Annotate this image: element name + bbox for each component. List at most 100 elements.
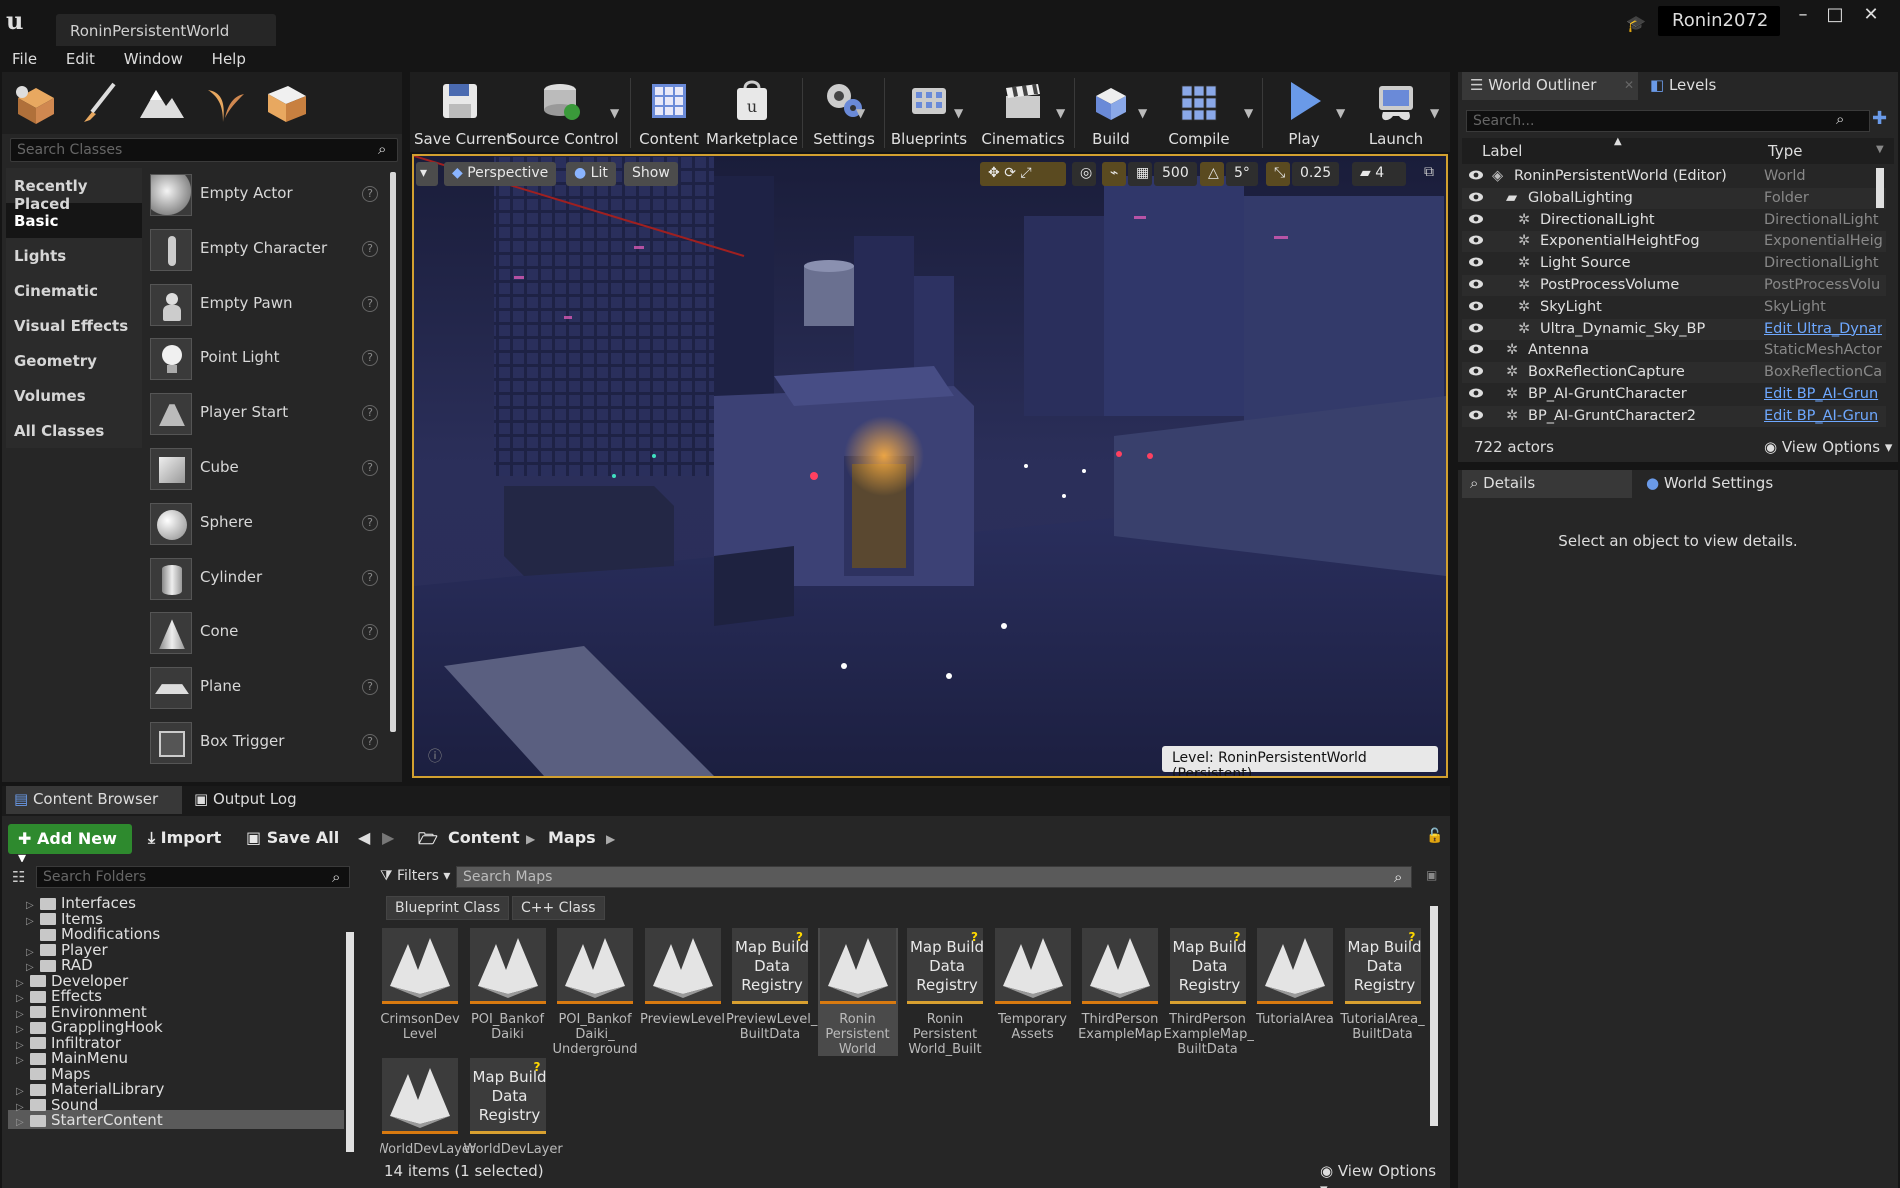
visibility-eye-icon[interactable] bbox=[1468, 387, 1484, 399]
outliner-row[interactable]: ✲ DirectionalLight DirectionalLight bbox=[1462, 210, 1886, 231]
lock-icon[interactable]: 🔓 bbox=[1426, 828, 1443, 844]
help-icon[interactable]: ? bbox=[362, 733, 378, 750]
outliner-row[interactable]: ✲ PostProcessVolume PostProcessVolu bbox=[1462, 275, 1886, 296]
actor-item-sphere[interactable]: Sphere? bbox=[144, 497, 384, 552]
expand-arrow-icon[interactable]: ▷ bbox=[16, 1117, 26, 1128]
actor-item-point-light[interactable]: Point Light? bbox=[144, 332, 384, 387]
edit-blueprint-link[interactable]: Edit BP_AI-Grun bbox=[1764, 386, 1882, 402]
close-tab-icon[interactable]: ✕ bbox=[1624, 78, 1634, 92]
actor-item-plane[interactable]: Plane? bbox=[144, 661, 384, 716]
settings-button[interactable]: Settings bbox=[806, 72, 882, 152]
close-button[interactable]: ✕ bbox=[1856, 4, 1886, 28]
asset-tile-build-data[interactable]: Map Build Data Registry? TutorialArea_ Bu… bbox=[1340, 928, 1425, 1056]
actor-item-player-start[interactable]: Player Start? bbox=[144, 387, 384, 442]
modes-scrollbar[interactable] bbox=[390, 172, 396, 732]
asset-tile-build-data[interactable]: Map Build Data Registry? WorldDevLayer bbox=[464, 1058, 563, 1156]
outliner-row[interactable]: ✲ ExponentialHeightFog ExponentialHeigh bbox=[1462, 231, 1886, 253]
rotation-snap-value[interactable]: 5° bbox=[1226, 162, 1258, 186]
actor-item-empty-pawn[interactable]: Empty Pawn? bbox=[144, 278, 384, 333]
breadcrumb-maps[interactable]: Maps bbox=[548, 828, 596, 847]
asset-tile-map[interactable]: Temporary Assets bbox=[993, 928, 1073, 1056]
maximize-viewport-icon[interactable]: ⧉ bbox=[1424, 164, 1434, 180]
tab-output-log[interactable]: ▣ Output Log bbox=[186, 786, 346, 814]
outliner-row[interactable]: ✲ Ultra_Dynamic_Sky_BP Edit Ultra_Dynar bbox=[1462, 318, 1886, 340]
actor-item-cylinder[interactable]: Cylinder? bbox=[144, 552, 384, 607]
launch-dropdown-icon[interactable]: ▼ bbox=[1430, 106, 1439, 120]
tab-details[interactable]: ⌕ Details bbox=[1462, 470, 1632, 498]
asset-tile-map[interactable]: ThirdPerson ExampleMap bbox=[1078, 928, 1162, 1056]
visibility-eye-icon[interactable] bbox=[1468, 343, 1484, 355]
rotation-snap-icon[interactable]: △ bbox=[1200, 162, 1224, 186]
outliner-row[interactable]: ✲ Antenna StaticMeshActor bbox=[1462, 340, 1886, 361]
save-search-icon[interactable]: ▣ bbox=[1426, 868, 1437, 882]
category-cinematic[interactable]: Cinematic bbox=[6, 273, 142, 308]
document-tab[interactable]: RoninPersistentWorld bbox=[56, 14, 276, 46]
outliner-row[interactable]: ✲ BoxReflectionCapture BoxReflectionCap bbox=[1462, 362, 1886, 384]
world-local-icon[interactable]: ◎ bbox=[1072, 162, 1096, 186]
build-button[interactable]: Build bbox=[1076, 72, 1146, 152]
outliner-row[interactable]: ✲ SkyLight SkyLight bbox=[1462, 297, 1886, 318]
asset-tile-map[interactable]: TutorialArea bbox=[1255, 928, 1335, 1056]
filter-chip-cpp-class[interactable]: C++ Class bbox=[512, 896, 605, 920]
asset-tile-map[interactable]: POI_Bankof Daiki bbox=[468, 928, 548, 1056]
category-volumes[interactable]: Volumes bbox=[6, 378, 142, 413]
help-icon[interactable]: ? bbox=[362, 679, 378, 696]
asset-scrollbar[interactable] bbox=[1430, 906, 1438, 1126]
grid-snap-icon[interactable]: ▦ bbox=[1128, 162, 1152, 186]
camera-speed-button[interactable]: ▰ 4 bbox=[1352, 162, 1406, 186]
menu-help[interactable]: Help bbox=[200, 46, 258, 68]
help-icon[interactable]: ? bbox=[362, 240, 378, 257]
add-folder-icon[interactable]: ✚ bbox=[1872, 108, 1887, 129]
search-classes-input[interactable]: Search Classes bbox=[10, 138, 398, 162]
back-arrow-icon[interactable]: ◀ bbox=[358, 828, 370, 847]
column-type[interactable]: Type bbox=[1768, 142, 1802, 160]
column-dropdown-icon[interactable]: ▼ bbox=[1876, 144, 1884, 155]
help-icon[interactable]: ? bbox=[362, 350, 378, 367]
visibility-eye-icon[interactable] bbox=[1468, 234, 1484, 246]
tab-world-settings[interactable]: ● World Settings bbox=[1638, 470, 1808, 498]
asset-tile-map[interactable]: Ronin Persistent World bbox=[817, 928, 898, 1057]
foliage-mode-tab[interactable] bbox=[198, 78, 258, 132]
level-viewport[interactable]: ▾ ◆ Perspective ● Lit Show ✥ ⟳ ⤢ ◎ ⌁ ▦ 5… bbox=[412, 154, 1448, 778]
save-current-button[interactable]: Save Current bbox=[414, 72, 512, 152]
visibility-eye-icon[interactable] bbox=[1468, 191, 1484, 203]
outliner-row[interactable]: ✲ BP_AI-GruntCharacter Edit BP_AI-Grun bbox=[1462, 384, 1886, 405]
search-icon[interactable]: ⌕ bbox=[1836, 110, 1844, 128]
column-label[interactable]: Label bbox=[1482, 142, 1522, 160]
add-new-button[interactable]: ✚ Add New ▾ bbox=[8, 824, 132, 867]
visibility-eye-icon[interactable] bbox=[1468, 322, 1484, 334]
outliner-search-input[interactable]: Search... bbox=[1466, 110, 1870, 132]
viewport-options-dropdown[interactable]: ▾ bbox=[416, 162, 438, 186]
visibility-eye-icon[interactable] bbox=[1468, 256, 1484, 268]
build-dropdown-icon[interactable]: ▼ bbox=[1138, 106, 1147, 120]
actor-item-empty-character[interactable]: Empty Character? bbox=[144, 223, 384, 278]
help-icon[interactable]: ? bbox=[362, 514, 378, 531]
category-all-classes[interactable]: All Classes bbox=[6, 413, 142, 448]
maximize-button[interactable]: □ bbox=[1820, 4, 1850, 28]
tab-world-outliner[interactable]: ☰ World Outliner bbox=[1462, 72, 1638, 100]
help-icon[interactable]: ? bbox=[362, 459, 378, 476]
info-icon[interactable]: ⓘ bbox=[428, 746, 442, 766]
edit-blueprint-link[interactable]: Edit Ultra_Dynar bbox=[1764, 321, 1882, 337]
search-icon[interactable]: ⌕ bbox=[378, 140, 396, 160]
outliner-row[interactable]: ▰ GlobalLighting Folder bbox=[1462, 187, 1886, 209]
visibility-eye-icon[interactable] bbox=[1468, 365, 1484, 377]
search-icon[interactable]: ⌕ bbox=[1394, 868, 1402, 886]
save-all-button[interactable]: ▣ Save All bbox=[246, 828, 339, 847]
blueprints-dropdown-icon[interactable]: ▼ bbox=[954, 106, 963, 120]
visibility-eye-icon[interactable] bbox=[1468, 278, 1484, 290]
menu-edit[interactable]: Edit bbox=[54, 46, 107, 68]
source-control-button[interactable]: Source Control bbox=[508, 72, 619, 152]
viewport-scene[interactable] bbox=[414, 156, 1446, 776]
view-mode-lit-button[interactable]: ● Lit bbox=[566, 162, 616, 186]
search-assets-input[interactable]: Search Maps bbox=[456, 866, 1412, 888]
asset-tile-build-data[interactable]: Map Build Data Registry? Ronin Persistent… bbox=[905, 928, 985, 1057]
asset-tile-map[interactable]: PreviewLevel bbox=[640, 928, 725, 1056]
folder-scrollbar[interactable] bbox=[346, 932, 354, 1152]
actor-item-cone[interactable]: Cone? bbox=[144, 606, 384, 661]
actor-item-cube[interactable]: Cube? bbox=[144, 442, 384, 497]
outliner-row[interactable]: ◈ RoninPersistentWorld (Editor) World bbox=[1462, 166, 1886, 187]
transform-tools[interactable]: ✥ ⟳ ⤢ bbox=[980, 162, 1066, 186]
minimize-button[interactable]: – bbox=[1788, 4, 1818, 28]
graduation-cap-icon[interactable]: 🎓 bbox=[1626, 14, 1648, 33]
